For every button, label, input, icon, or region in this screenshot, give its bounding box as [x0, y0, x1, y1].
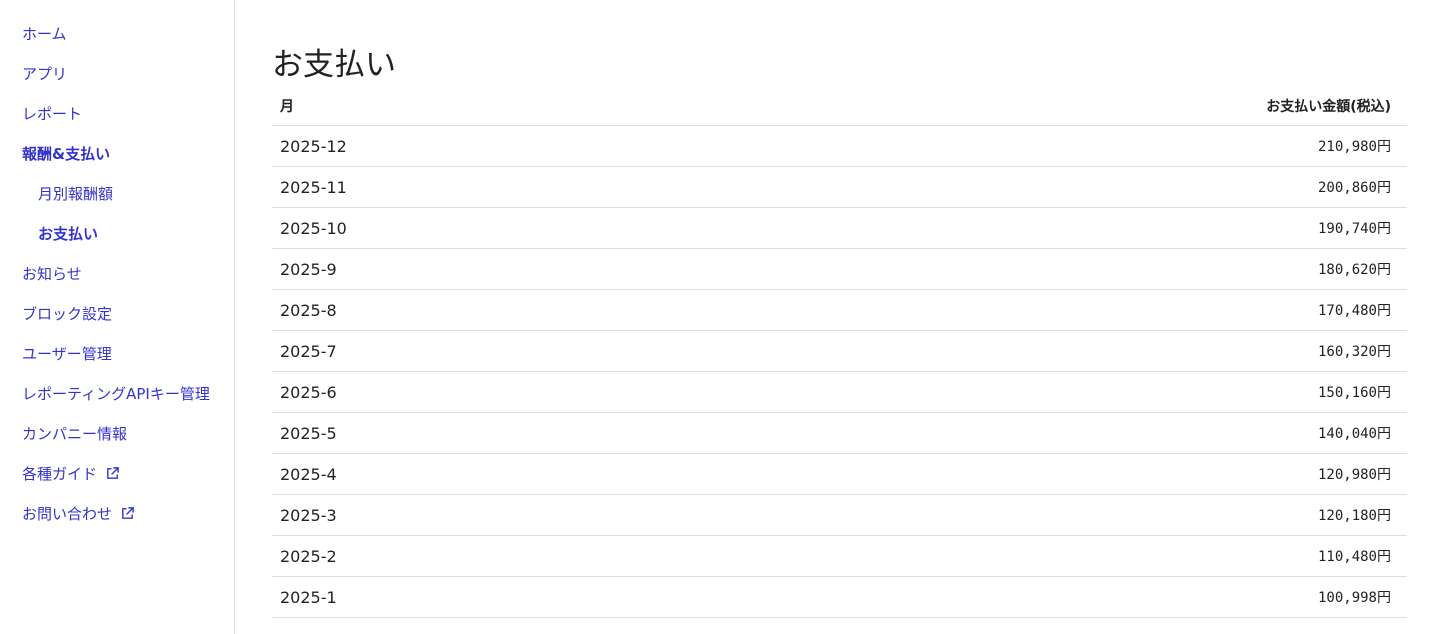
month-cell: 2025-8: [272, 289, 703, 331]
amount-column-header: お支払い金額(税込): [702, 87, 1407, 126]
sidebar-item-home[interactable]: ホーム: [0, 22, 234, 46]
month-column-header: 月: [272, 87, 703, 126]
table-row: 2025-12 210,980円: [272, 125, 1407, 167]
main-content: お支払い 月 お支払い金額(税込) 2025-12 210,980円 2025-1…: [235, 0, 1435, 634]
sidebar-item-rewards-payments[interactable]: 報酬&支払い: [0, 142, 234, 166]
sidebar-item-guides-label: 各種ガイド: [22, 465, 98, 483]
amount-cell: 170,480円: [702, 289, 1407, 331]
table-row: 2025-7 160,320円: [272, 330, 1407, 372]
sidebar-item-notices[interactable]: お知らせ: [0, 262, 234, 286]
amount-cell: 120,980円: [702, 453, 1407, 495]
amount-cell: 100,998円: [702, 576, 1407, 618]
sidebar-nav: ホーム アプリ レポート 報酬&支払い 月別報酬額 お支払い お知らせ ブロック…: [0, 0, 235, 634]
table-row: 2025-3 120,180円: [272, 494, 1407, 536]
amount-cell: 150,160円: [702, 371, 1407, 413]
month-cell: 2025-1: [272, 576, 703, 618]
table-row: 2025-10 190,740円: [272, 207, 1407, 249]
sidebar-item-user-management[interactable]: ユーザー管理: [0, 342, 234, 366]
table-row: 2025-4 120,980円: [272, 453, 1407, 495]
amount-cell: 190,740円: [702, 207, 1407, 249]
sidebar-item-apps[interactable]: アプリ: [0, 62, 234, 86]
sidebar-item-company-info[interactable]: カンパニー情報: [0, 422, 234, 446]
amount-cell: 210,980円: [702, 125, 1407, 167]
sidebar-item-contact-label: お問い合わせ: [22, 505, 113, 523]
sidebar-item-monthly-rewards[interactable]: 月別報酬額: [0, 182, 234, 206]
month-cell: 2025-7: [272, 330, 703, 372]
sidebar-item-reports[interactable]: レポート: [0, 102, 234, 126]
sidebar-item-guides[interactable]: 各種ガイド: [0, 462, 234, 486]
amount-cell: 180,620円: [702, 248, 1407, 290]
external-link-icon: [121, 507, 134, 519]
external-link-icon: [106, 467, 119, 479]
sidebar-item-reporting-api-keys[interactable]: レポーティングAPIキー管理: [0, 382, 234, 406]
table-row: 2025-11 200,860円: [272, 166, 1407, 208]
sidebar-item-contact[interactable]: お問い合わせ: [0, 502, 234, 526]
payments-table: 月 お支払い金額(税込) 2025-12 210,980円 2025-11 200,…: [272, 87, 1407, 618]
amount-cell: 110,480円: [702, 535, 1407, 577]
month-cell: 2025-11: [272, 166, 703, 208]
page-title: お支払い: [272, 47, 396, 83]
table-row: 2025-5 140,040円: [272, 412, 1407, 454]
table-row: 2025-6 150,160円: [272, 371, 1407, 413]
table-row: 2025-1 100,998円: [272, 576, 1407, 618]
month-cell: 2025-3: [272, 494, 703, 536]
month-cell: 2025-4: [272, 453, 703, 495]
amount-cell: 160,320円: [702, 330, 1407, 372]
app-layout: ホーム アプリ レポート 報酬&支払い 月別報酬額 お支払い お知らせ ブロック…: [0, 0, 1435, 634]
amount-cell: 140,040円: [702, 412, 1407, 454]
table-row: 2025-8 170,480円: [272, 289, 1407, 331]
sidebar-item-block-settings[interactable]: ブロック設定: [0, 302, 234, 326]
month-cell: 2025-9: [272, 248, 703, 290]
table-row: 2025-9 180,620円: [272, 248, 1407, 290]
table-row: 2025-2 110,480円: [272, 535, 1407, 577]
month-cell: 2025-2: [272, 535, 703, 577]
month-cell: 2025-6: [272, 371, 703, 413]
table-header-row: 月 お支払い金額(税込): [272, 87, 1407, 126]
amount-cell: 200,860円: [702, 166, 1407, 208]
sidebar-item-payments[interactable]: お支払い: [0, 222, 234, 246]
amount-cell: 120,180円: [702, 494, 1407, 536]
month-cell: 2025-10: [272, 207, 703, 249]
month-cell: 2025-5: [272, 412, 703, 454]
month-cell: 2025-12: [272, 125, 703, 167]
